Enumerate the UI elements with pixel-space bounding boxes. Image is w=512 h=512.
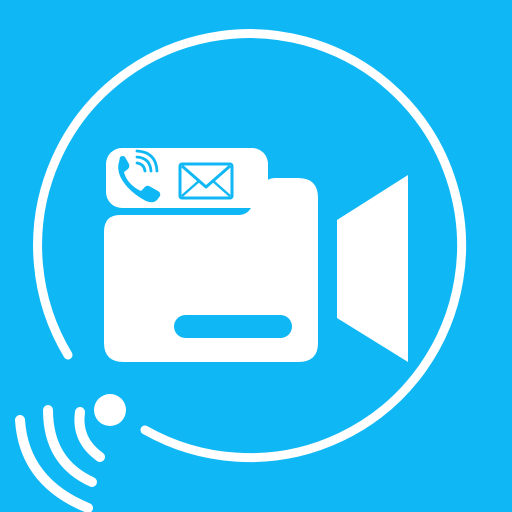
- contact-badge: [106, 148, 268, 208]
- camera-lens: [337, 175, 408, 362]
- app-icon-canvas: [0, 0, 512, 512]
- signal-dot: [94, 394, 126, 426]
- video-call-logo: [15, 29, 467, 512]
- camera-slot: [174, 315, 292, 338]
- wireless-signal-icon: [15, 394, 126, 512]
